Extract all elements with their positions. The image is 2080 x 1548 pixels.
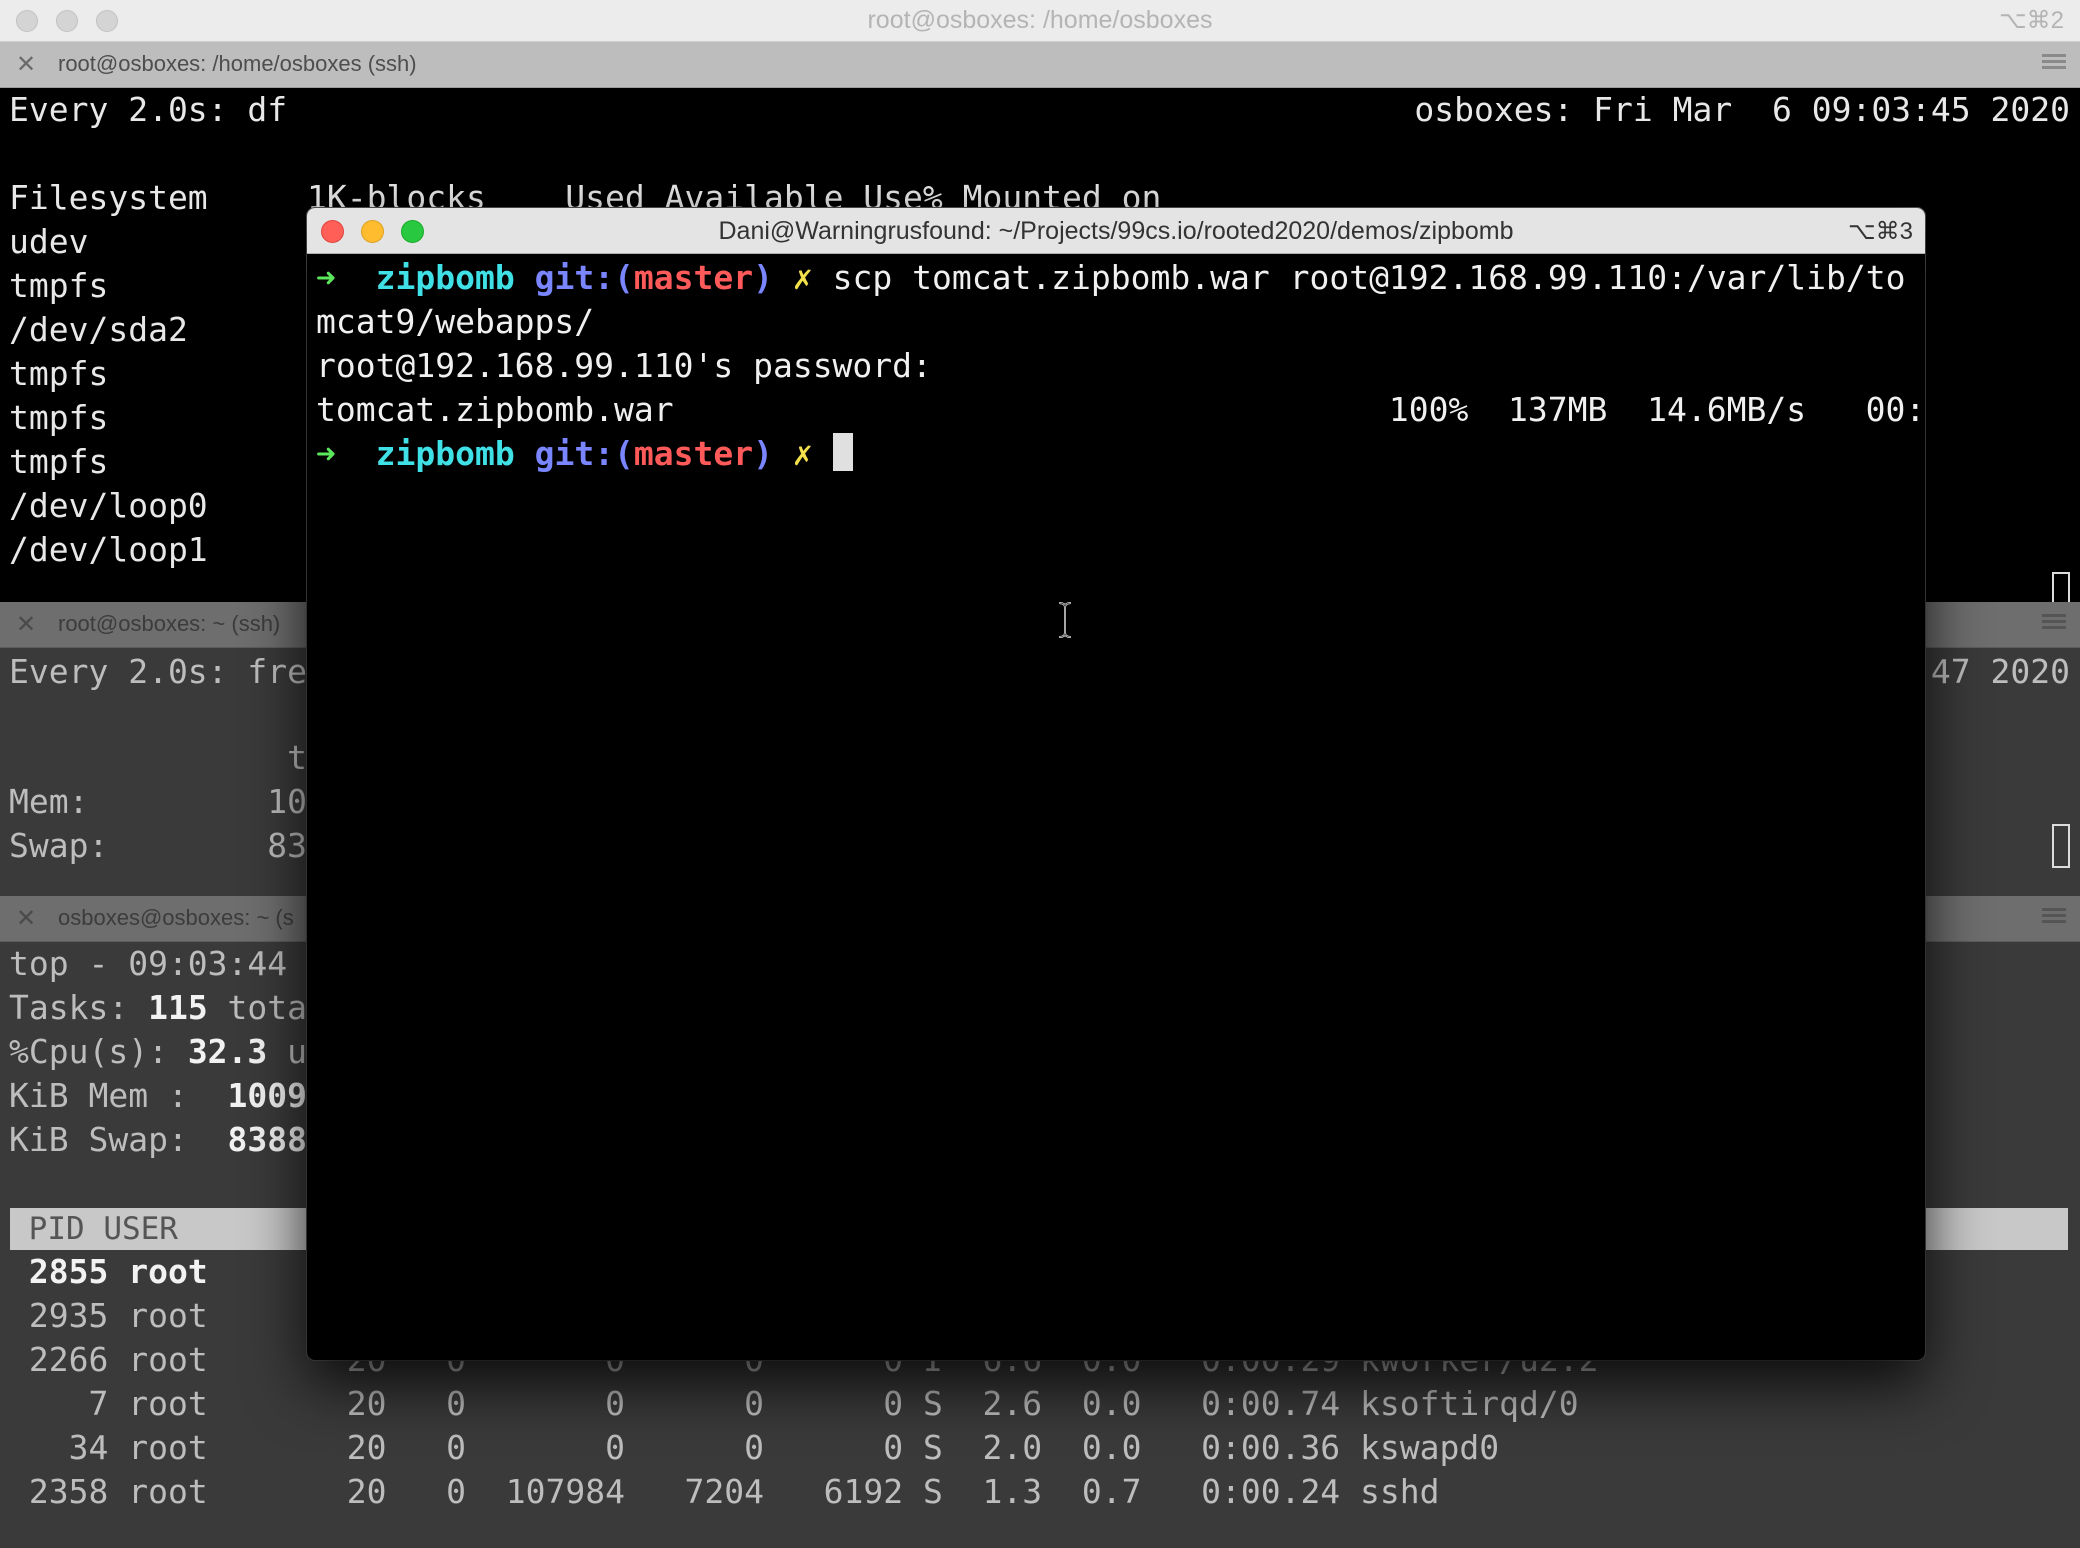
- process-row: 2358 root 20 0 107984 7204 6192 S 1.3 0.…: [28, 1472, 1440, 1511]
- watch-header-left: Every 2.0s: df: [9, 90, 288, 129]
- process-row: 2935 root: [28, 1296, 208, 1335]
- front-terminal-window[interactable]: Dani@Warningrusfound: ~/Projects/99cs.io…: [307, 208, 1925, 1360]
- free-mem-line: Mem: 100: [9, 782, 327, 821]
- pane-menu-icon[interactable]: [2042, 611, 2066, 633]
- pane-tab-label: root@osboxes: ~ (ssh): [58, 611, 281, 636]
- df-row: tmpfs: [9, 442, 109, 481]
- top-tasks-line: Tasks: 115 tota: [9, 988, 308, 1027]
- terminal-cursor: [2052, 824, 2070, 868]
- close-icon[interactable]: ✕: [16, 904, 36, 933]
- close-icon[interactable]: ✕: [16, 50, 36, 79]
- prompt-git-label: git:(: [534, 434, 634, 473]
- front-terminal-body[interactable]: ➜ zipbomb git:(master) ✗ scp tomcat.zipb…: [307, 254, 1925, 1360]
- df-row: udev: [9, 222, 89, 261]
- prompt-dirty-icon: ✗: [792, 258, 813, 297]
- prompt-directory: zipbomb: [375, 434, 515, 473]
- prompt-arrow-icon: ➜: [316, 434, 336, 473]
- table-header-label: PID USER: [10, 1211, 178, 1247]
- close-icon[interactable]: ✕: [16, 610, 36, 639]
- prompt-dirty-icon: ✗: [792, 434, 813, 473]
- window-shortcut: ⌥⌘2: [1998, 7, 2064, 34]
- pane-menu-icon[interactable]: [2042, 905, 2066, 927]
- free-columns-fragment: t: [9, 738, 308, 777]
- df-row: tmpfs: [9, 266, 109, 305]
- front-window-title: Dani@Warningrusfound: ~/Projects/99cs.io…: [718, 217, 1514, 245]
- prompt-git-close: ): [753, 258, 774, 297]
- process-row: 2855 root: [28, 1252, 208, 1291]
- text-cursor: [832, 433, 853, 471]
- prompt-git-branch: master: [633, 434, 754, 473]
- process-row: 7 root 20 0 0 0 0 S 2.6 0.0 0:00.74 ksof…: [28, 1384, 1579, 1423]
- top-mem-line: KiB Mem : 1009: [9, 1076, 308, 1115]
- ibeam-cursor-icon: [1058, 602, 1072, 638]
- transfer-progress-line: tomcat.zipbomb.war 100% 137MB 14.6MB/s 0…: [316, 390, 1925, 429]
- terminal-cursor: [2052, 572, 2070, 602]
- front-window-shortcut: ⌥⌘3: [1847, 218, 1913, 245]
- watch-header-right: osboxes: Fri Mar 6 09:03:45 2020: [1414, 90, 2070, 129]
- pane-tab-df[interactable]: ✕ root@osboxes: /home/osboxes (ssh): [0, 42, 2080, 88]
- front-titlebar[interactable]: Dani@Warningrusfound: ~/Projects/99cs.io…: [307, 208, 1925, 254]
- outer-titlebar: root@osboxes: /home/osboxes ⌥⌘2: [0, 0, 2080, 42]
- pane-tab-label: root@osboxes: /home/osboxes (ssh): [58, 51, 417, 76]
- df-row: /dev/loop1: [9, 530, 208, 569]
- prompt-git-label: git:(: [534, 258, 634, 297]
- top-swap-line: KiB Swap: 8388: [9, 1120, 308, 1159]
- watch-header-right: 47 2020: [1930, 652, 2070, 691]
- prompt-arrow-icon: ➜: [316, 258, 336, 297]
- window-title: root@osboxes: /home/osboxes: [867, 6, 1213, 34]
- command-wrap-line: mcat9/webapps/: [316, 302, 595, 341]
- command-line: ➜ zipbomb git:(master) ✗ scp tomcat.zipb…: [316, 256, 1906, 300]
- prompt-git-branch: master: [633, 258, 754, 297]
- df-row: tmpfs: [9, 398, 109, 437]
- top-cpu-line: %Cpu(s): 32.3 u: [9, 1032, 308, 1071]
- prompt-directory: zipbomb: [375, 258, 515, 297]
- df-row: /dev/loop0: [9, 486, 208, 525]
- watch-header-left: Every 2.0s: fre: [9, 652, 308, 691]
- df-row: /dev/sda2: [9, 310, 188, 349]
- command-text: scp tomcat.zipbomb.war root@192.168.99.1…: [832, 258, 1906, 297]
- active-prompt-line[interactable]: ➜ zipbomb git:(master) ✗: [316, 432, 853, 476]
- pane-tab-label: osboxes@osboxes: ~ (s: [58, 905, 294, 930]
- process-row: 34 root 20 0 0 0 0 S 2.0 0.0 0:00.36 ksw…: [28, 1428, 1500, 1467]
- top-summary-line: top - 09:03:44: [9, 944, 288, 983]
- df-row: tmpfs: [9, 354, 109, 393]
- prompt-git-close: ): [753, 434, 774, 473]
- pane-menu-icon[interactable]: [2042, 51, 2066, 73]
- password-prompt-line: root@192.168.99.110's password:: [316, 346, 932, 385]
- free-swap-line: Swap: 838: [9, 826, 327, 865]
